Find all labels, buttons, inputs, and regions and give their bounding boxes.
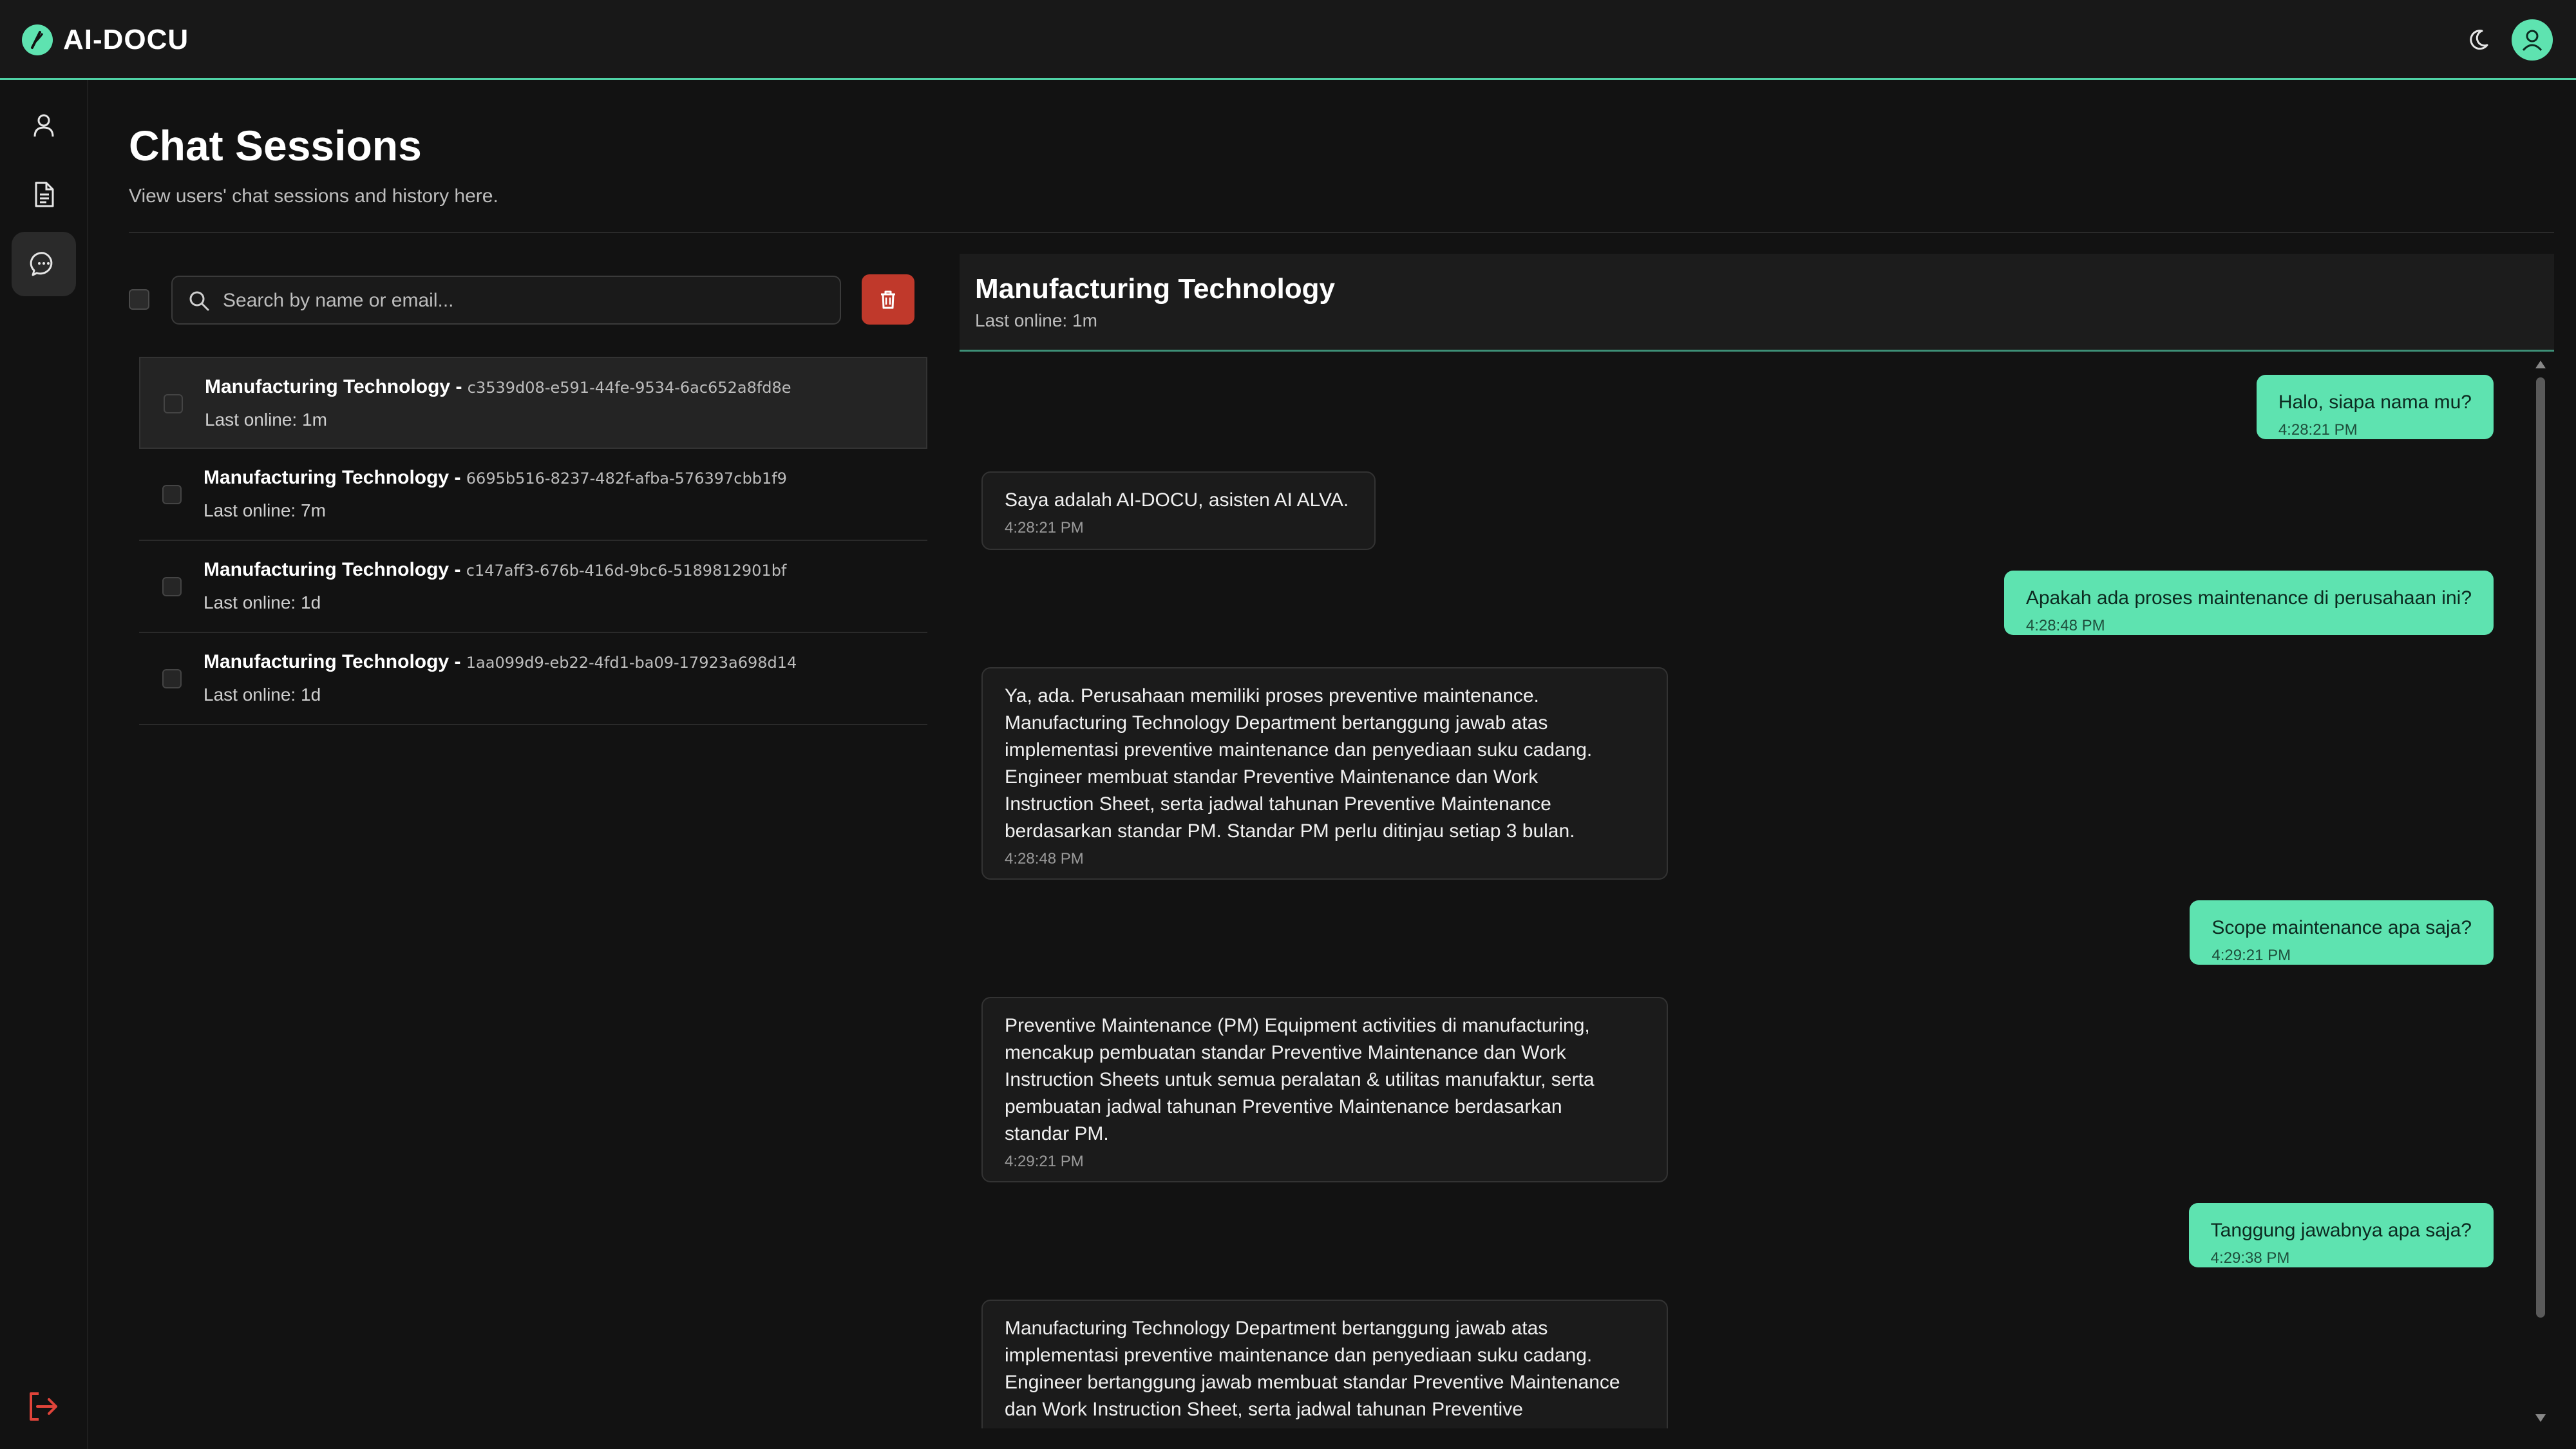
session-last-online: Last online: 1d bbox=[204, 685, 321, 705]
session-name: Manufacturing Technology bbox=[204, 467, 450, 488]
chat-last-online: Last online: 1m bbox=[975, 310, 1097, 330]
bot-message: Preventive Maintenance (PM) Equipment ac… bbox=[981, 997, 1668, 1182]
session-checkbox[interactable] bbox=[164, 394, 183, 413]
sidebar-item-chat[interactable] bbox=[12, 232, 76, 296]
chat-scrollbar[interactable] bbox=[2533, 358, 2548, 1425]
session-checkbox[interactable] bbox=[162, 669, 182, 688]
chat-icon bbox=[30, 252, 53, 276]
scroll-down-arrow-icon[interactable] bbox=[2535, 1414, 2546, 1422]
session-id: c147aff3-676b-416d-9bc6-5189812901bf bbox=[466, 562, 787, 580]
user-avatar-icon bbox=[2522, 30, 2543, 52]
message-text: Halo, siapa nama mu? bbox=[2278, 392, 2472, 413]
scroll-up-arrow-icon[interactable] bbox=[2535, 361, 2546, 368]
page-subtitle: View users' chat sessions and history he… bbox=[129, 185, 498, 207]
session-name: Manufacturing Technology bbox=[204, 651, 450, 672]
session-title: Manufacturing Technology - c3539d08-e591… bbox=[205, 376, 791, 398]
sidebar-item-documents[interactable] bbox=[12, 162, 76, 227]
session-item[interactable]: Manufacturing Technology - c3539d08-e591… bbox=[139, 357, 927, 449]
session-checkbox[interactable] bbox=[162, 577, 182, 596]
bot-message: Ya, ada. Perusahaan memiliki proses prev… bbox=[981, 667, 1668, 880]
user-message: Apakah ada proses maintenance di perusah… bbox=[2003, 571, 2494, 635]
session-list: Manufacturing Technology - c3539d08-e591… bbox=[139, 357, 927, 725]
user-message: Tanggung jawabnya apa saja? 4:29:38 PM bbox=[2188, 1203, 2494, 1267]
search-box bbox=[171, 276, 841, 325]
message-text: Saya adalah AI-DOCU, asisten AI ALVA. bbox=[1005, 489, 1349, 511]
trash-icon bbox=[881, 290, 895, 309]
session-title: Manufacturing Technology - 6695b516-8237… bbox=[204, 467, 787, 489]
leaf-logo-icon bbox=[22, 24, 53, 55]
avatar[interactable] bbox=[2512, 19, 2553, 61]
user-icon bbox=[33, 114, 54, 137]
search-input[interactable] bbox=[222, 283, 829, 318]
sidebar bbox=[0, 80, 88, 1449]
session-title: Manufacturing Technology - c147aff3-676b… bbox=[204, 559, 786, 581]
session-separator: - bbox=[449, 651, 466, 672]
sidebar-item-users[interactable] bbox=[12, 93, 76, 157]
session-last-online: Last online: 7m bbox=[204, 500, 326, 520]
chat-header: Manufacturing Technology Last online: 1m bbox=[960, 254, 2554, 352]
chat-messages[interactable]: Halo, siapa nama mu? 4:28:21 PM Saya ada… bbox=[960, 353, 2554, 1428]
session-name: Manufacturing Technology bbox=[205, 376, 451, 397]
session-id: c3539d08-e591-44fe-9534-6ac652a8fd8e bbox=[467, 379, 791, 397]
moon-icon[interactable] bbox=[2464, 26, 2492, 54]
session-title: Manufacturing Technology - 1aa099d9-eb22… bbox=[204, 651, 797, 673]
message-time: 4:29:38 PM bbox=[2210, 1249, 2290, 1267]
user-message: Halo, siapa nama mu? 4:28:21 PM bbox=[2256, 375, 2494, 439]
session-last-online: Last online: 1m bbox=[205, 410, 327, 430]
chat-title: Manufacturing Technology bbox=[975, 273, 1335, 305]
message-time: 4:28:21 PM bbox=[2278, 421, 2358, 439]
message-text: Tanggung jawabnya apa saja? bbox=[2210, 1220, 2472, 1241]
delete-button[interactable] bbox=[862, 274, 914, 325]
session-item[interactable]: Manufacturing Technology - 1aa099d9-eb22… bbox=[139, 633, 927, 725]
search-icon bbox=[189, 291, 209, 311]
message-time: 4:28:48 PM bbox=[1005, 850, 1084, 867]
message-time: 4:28:48 PM bbox=[2025, 617, 2105, 634]
brand[interactable]: AI-DOCU bbox=[21, 22, 189, 58]
user-message: Scope maintenance apa saja? 4:29:21 PM bbox=[2190, 900, 2494, 965]
scroll-thumb[interactable] bbox=[2536, 377, 2545, 1318]
session-item[interactable]: Manufacturing Technology - c147aff3-676b… bbox=[139, 541, 927, 633]
session-name: Manufacturing Technology bbox=[204, 559, 450, 580]
app-name: AI-DOCU bbox=[63, 24, 189, 55]
message-text: Ya, ada. Perusahaan memiliki proses prev… bbox=[1005, 685, 1593, 842]
message-text: Apakah ada proses maintenance di perusah… bbox=[2025, 587, 2472, 609]
select-all-checkbox[interactable] bbox=[129, 289, 149, 310]
bot-message: Saya adalah AI-DOCU, asisten AI ALVA. 4:… bbox=[981, 471, 1376, 550]
session-id: 6695b516-8237-482f-afba-576397cbb1f9 bbox=[466, 469, 787, 488]
document-icon bbox=[35, 182, 54, 207]
logout-icon[interactable] bbox=[24, 1388, 61, 1425]
session-separator: - bbox=[449, 559, 466, 580]
session-id: 1aa099d9-eb22-4fd1-ba09-17923a698d14 bbox=[466, 654, 797, 672]
session-checkbox[interactable] bbox=[162, 485, 182, 504]
message-text: Preventive Maintenance (PM) Equipment ac… bbox=[1005, 1015, 1595, 1144]
divider bbox=[129, 232, 2554, 233]
message-text: Manufacturing Technology Department bert… bbox=[1005, 1318, 1633, 1428]
top-bar: AI-DOCU bbox=[0, 0, 2576, 80]
session-item[interactable]: Manufacturing Technology - 6695b516-8237… bbox=[139, 449, 927, 541]
message-time: 4:29:21 PM bbox=[1005, 1153, 1084, 1170]
bot-message: Manufacturing Technology Department bert… bbox=[981, 1300, 1668, 1428]
message-time: 4:29:21 PM bbox=[2211, 947, 2291, 964]
page-title: Chat Sessions bbox=[129, 122, 422, 169]
session-last-online: Last online: 1d bbox=[204, 592, 321, 612]
message-time: 4:28:21 PM bbox=[1005, 519, 1084, 536]
session-separator: - bbox=[450, 376, 468, 397]
session-separator: - bbox=[449, 467, 466, 488]
message-text: Scope maintenance apa saja? bbox=[2211, 917, 2472, 938]
